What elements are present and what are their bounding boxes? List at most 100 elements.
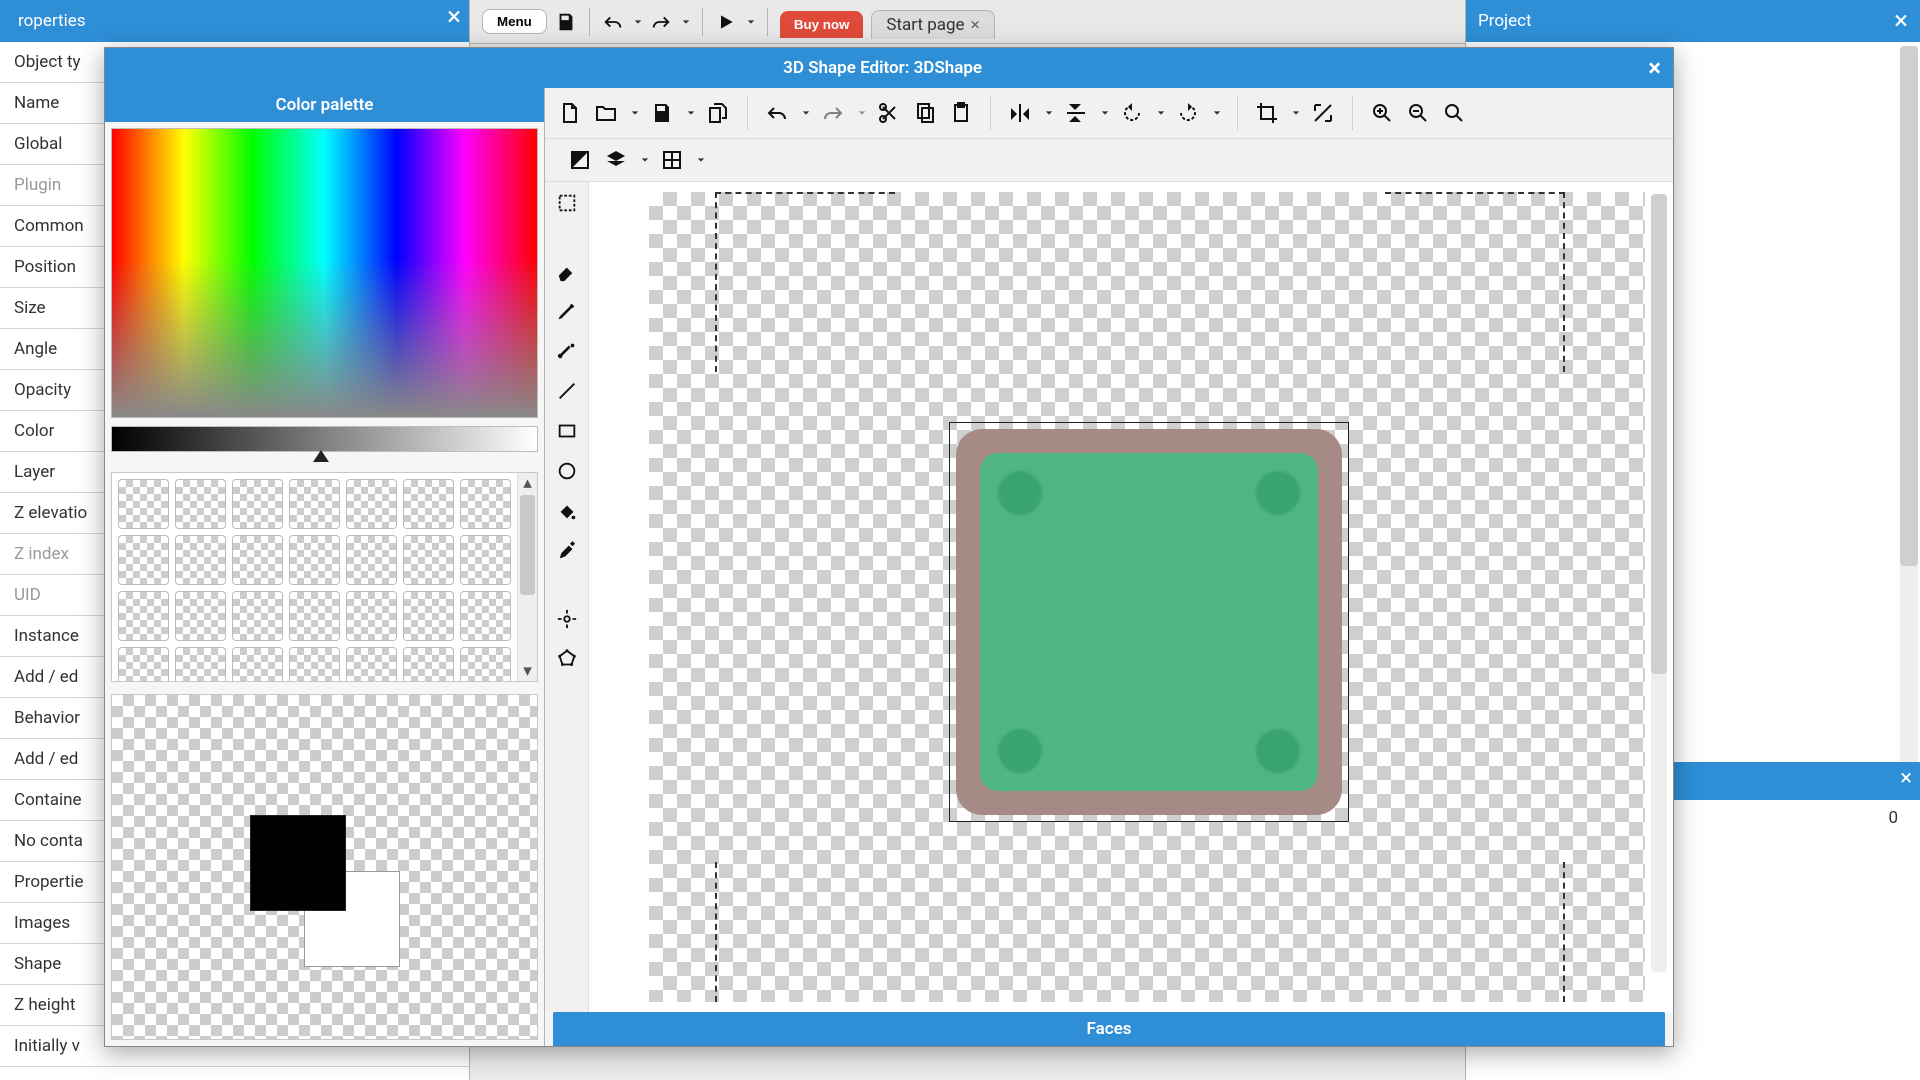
- value-slider-thumb-icon[interactable]: [313, 450, 329, 462]
- play-icon[interactable]: [715, 11, 737, 33]
- menu-button[interactable]: Menu: [482, 9, 547, 34]
- line-tool-icon[interactable]: [554, 378, 580, 404]
- color-swatch[interactable]: [346, 479, 397, 529]
- color-swatch[interactable]: [289, 591, 340, 641]
- color-swatch[interactable]: [118, 479, 169, 529]
- undo-dropdown-icon[interactable]: [634, 18, 642, 26]
- color-swatch[interactable]: [403, 535, 454, 585]
- color-swatch[interactable]: [232, 647, 283, 681]
- save-icon[interactable]: [555, 11, 577, 33]
- pencil-tool-icon[interactable]: [554, 298, 580, 324]
- color-swatch[interactable]: [460, 647, 511, 681]
- tab-start-page[interactable]: Start page ×: [871, 10, 994, 39]
- project-scrollbar[interactable]: [1900, 46, 1918, 766]
- polygon-tool-icon[interactable]: [554, 646, 580, 672]
- color-swatch[interactable]: [460, 535, 511, 585]
- rotate-ccw-dropdown-icon[interactable]: [1157, 109, 1165, 117]
- duplicate-file-icon[interactable]: [705, 100, 731, 126]
- value-slider-track[interactable]: [111, 426, 538, 452]
- color-swatch[interactable]: [403, 591, 454, 641]
- canvas-scrollbar[interactable]: [1651, 194, 1667, 972]
- zoom-out-icon[interactable]: [1405, 100, 1431, 126]
- project-panel-close-icon[interactable]: ×: [1894, 8, 1908, 34]
- color-swatch[interactable]: [175, 535, 226, 585]
- zoom-fit-icon[interactable]: [1441, 100, 1467, 126]
- flip-v-dropdown-icon[interactable]: [1101, 109, 1109, 117]
- scroll-down-icon[interactable]: ▾: [518, 661, 537, 681]
- color-swatch[interactable]: [175, 647, 226, 681]
- color-swatch[interactable]: [175, 591, 226, 641]
- color-swatch[interactable]: [118, 535, 169, 585]
- flip-vertical-icon[interactable]: [1063, 100, 1089, 126]
- color-swatch[interactable]: [289, 479, 340, 529]
- color-swatch[interactable]: [232, 479, 283, 529]
- rotate-cw-icon[interactable]: [1175, 100, 1201, 126]
- color-swatch[interactable]: [232, 591, 283, 641]
- foreground-color-swatch[interactable]: [250, 815, 346, 911]
- color-swatch[interactable]: [346, 591, 397, 641]
- modal-close-icon[interactable]: ×: [1648, 56, 1661, 80]
- eraser-tool-icon[interactable]: [554, 258, 580, 284]
- new-file-icon[interactable]: [557, 100, 583, 126]
- brush-tool-icon[interactable]: [554, 338, 580, 364]
- paste-icon[interactable]: [948, 100, 974, 126]
- color-swatch[interactable]: [118, 591, 169, 641]
- cut-icon[interactable]: [876, 100, 902, 126]
- color-swatch[interactable]: [403, 647, 454, 681]
- color-swatch[interactable]: [346, 535, 397, 585]
- scroll-up-icon[interactable]: ▴: [518, 473, 537, 493]
- color-picker-field[interactable]: [111, 128, 538, 418]
- origin-tool-icon[interactable]: [554, 606, 580, 632]
- rectangle-tool-icon[interactable]: [554, 418, 580, 444]
- color-swatch[interactable]: [460, 591, 511, 641]
- project-panel-title: Project: [1478, 11, 1894, 31]
- redo-icon[interactable]: [820, 100, 846, 126]
- eyedropper-tool-icon[interactable]: [554, 538, 580, 564]
- crop-dropdown-icon[interactable]: [1292, 109, 1300, 117]
- undo-icon[interactable]: [764, 100, 790, 126]
- color-swatch[interactable]: [232, 535, 283, 585]
- flip-h-dropdown-icon[interactable]: [1045, 109, 1053, 117]
- marquee-tool-icon[interactable]: [554, 190, 580, 216]
- play-dropdown-icon[interactable]: [747, 18, 755, 26]
- buy-now-button[interactable]: Buy now: [780, 11, 864, 38]
- undo-icon[interactable]: [602, 11, 624, 33]
- grid-icon[interactable]: [659, 147, 685, 173]
- redo-icon[interactable]: [650, 11, 672, 33]
- color-swatch[interactable]: [460, 479, 511, 529]
- undo-dropdown-icon[interactable]: [802, 109, 810, 117]
- color-swatch[interactable]: [118, 647, 169, 681]
- shape-editor-modal: 3D Shape Editor: 3DShape × Color palette…: [104, 47, 1674, 1047]
- color-swatch[interactable]: [175, 479, 226, 529]
- save-file-icon[interactable]: [649, 100, 675, 126]
- open-dropdown-icon[interactable]: [631, 109, 639, 117]
- editor-canvas[interactable]: [649, 192, 1645, 1002]
- color-swatch[interactable]: [289, 647, 340, 681]
- save-dropdown-icon[interactable]: [687, 109, 695, 117]
- resize-icon[interactable]: [1310, 100, 1336, 126]
- layers-icon[interactable]: [603, 147, 629, 173]
- copy-icon[interactable]: [912, 100, 938, 126]
- tab-close-icon[interactable]: ×: [971, 15, 980, 35]
- selection-bounds[interactable]: [949, 422, 1349, 822]
- ellipse-tool-icon[interactable]: [554, 458, 580, 484]
- color-swatch[interactable]: [346, 647, 397, 681]
- invert-icon[interactable]: [567, 147, 593, 173]
- swatch-scrollbar[interactable]: ▴ ▾: [517, 473, 537, 681]
- redo-dropdown-icon[interactable]: [682, 18, 690, 26]
- zoom-in-icon[interactable]: [1369, 100, 1395, 126]
- project-section-close-icon[interactable]: ×: [1900, 766, 1912, 791]
- open-folder-icon[interactable]: [593, 100, 619, 126]
- flip-horizontal-icon[interactable]: [1007, 100, 1033, 126]
- faces-bar[interactable]: Faces: [553, 1012, 1665, 1046]
- redo-dropdown-icon[interactable]: [858, 109, 866, 117]
- grid-dropdown-icon[interactable]: [697, 156, 705, 164]
- properties-panel-close-icon[interactable]: ×: [447, 4, 461, 30]
- color-swatch[interactable]: [289, 535, 340, 585]
- layers-dropdown-icon[interactable]: [641, 156, 649, 164]
- rotate-cw-dropdown-icon[interactable]: [1213, 109, 1221, 117]
- crop-icon[interactable]: [1254, 100, 1280, 126]
- rotate-ccw-icon[interactable]: [1119, 100, 1145, 126]
- fill-tool-icon[interactable]: [554, 498, 580, 524]
- color-swatch[interactable]: [403, 479, 454, 529]
